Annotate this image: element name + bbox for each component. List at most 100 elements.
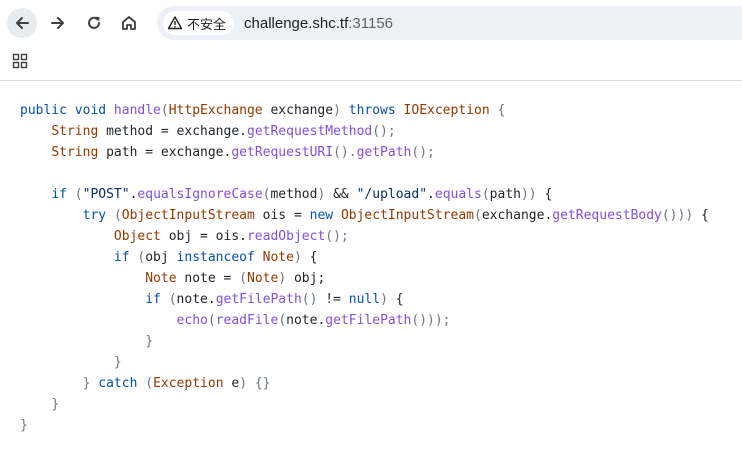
code-token: ().	[333, 145, 357, 160]
home-icon	[122, 16, 136, 30]
reload-button[interactable]	[79, 8, 109, 38]
code-token: note.	[176, 292, 216, 307]
code-line: }	[20, 415, 709, 436]
code-token: Object	[113, 229, 161, 244]
code-line: try (ObjectInputStream ois = new ObjectI…	[20, 205, 709, 226]
code-token: getFilePath	[215, 292, 302, 307]
code-token: note.	[286, 313, 326, 328]
code-token: ObjectInputStream	[121, 208, 255, 223]
code-token: {	[489, 103, 506, 118]
security-label: 不安全	[187, 17, 227, 33]
address-bar[interactable]: 不安全 challenge.shc.tf:31156	[157, 6, 742, 40]
code-token: "/upload"	[356, 187, 428, 202]
code-token: note =	[176, 271, 240, 286]
code-block: public void handle(HttpExchange exchange…	[20, 100, 709, 436]
code-token: }	[82, 376, 99, 391]
code-token: getPath	[356, 145, 412, 160]
code-token: )	[380, 292, 388, 307]
apps-grid-icon	[12, 53, 28, 69]
code-token: ();	[325, 229, 349, 244]
code-token: String	[51, 145, 99, 160]
url-port: :31156	[348, 14, 394, 32]
code-token: ) {}	[239, 376, 271, 391]
reload-icon	[88, 16, 100, 29]
home-button[interactable]	[114, 8, 144, 38]
apps-button[interactable]	[12, 53, 28, 74]
code-token: if	[113, 250, 138, 265]
code-token: }	[51, 397, 60, 412]
code-token: &&	[325, 187, 357, 202]
code-token: {	[387, 292, 404, 307]
code-token: Note	[262, 250, 294, 265]
code-line: }	[20, 352, 709, 373]
code-line: if (obj instanceof Note) {	[20, 247, 709, 268]
code-token: )	[293, 250, 302, 265]
code-token: ois =	[254, 208, 310, 223]
code-token: obj = ois.	[160, 229, 247, 244]
code-line: }	[20, 394, 709, 415]
code-token: ()))	[661, 208, 694, 223]
page-content: public void handle(HttpExchange exchange…	[0, 81, 742, 472]
code-token: }	[145, 334, 154, 349]
code-token: (	[145, 376, 154, 391]
security-indicator[interactable]: 不安全	[163, 11, 235, 35]
code-token: method = exchange.	[98, 124, 247, 139]
code-token: readObject	[246, 229, 326, 244]
code-token: String	[51, 124, 99, 139]
code-line: Object obj = ois.readObject();	[20, 226, 709, 247]
code-token: ()));	[411, 313, 451, 328]
code-token: {	[536, 187, 553, 202]
code-token: exchange.	[481, 208, 553, 223]
warning-triangle-icon	[167, 16, 183, 30]
code-token: new	[309, 208, 341, 223]
code-token: e	[223, 376, 240, 391]
code-token: exchange	[262, 103, 334, 118]
code-line: }	[20, 331, 709, 352]
code-token: ObjectInputStream	[340, 208, 474, 223]
code-token: try	[82, 208, 114, 223]
code-token: obj;	[286, 271, 326, 286]
code-token: catch	[98, 376, 146, 391]
code-token: {	[693, 208, 709, 223]
code-token: (	[481, 187, 490, 202]
code-token: instanceof	[176, 250, 263, 265]
back-button[interactable]	[7, 8, 37, 38]
code-token: getRequestMethod	[247, 124, 373, 139]
code-token: )	[278, 271, 287, 286]
code-token: obj	[145, 250, 177, 265]
code-line: String path = exchange.getRequestURI().g…	[20, 142, 709, 163]
code-token: public void	[20, 103, 114, 118]
code-line: } catch (Exception e) {}	[20, 373, 709, 394]
code-token: Note	[145, 271, 177, 286]
code-token: (	[168, 292, 177, 307]
code-token: (	[278, 313, 287, 328]
code-token: if	[145, 292, 169, 307]
url-host: challenge.shc.tf	[244, 14, 349, 32]
code-line: String method = exchange.getRequestMetho…	[20, 121, 709, 142]
code-token: method	[270, 187, 318, 202]
forward-button[interactable]	[43, 8, 73, 38]
code-token: !=	[317, 292, 349, 307]
code-line: echo(readFile(note.getFilePath()));	[20, 310, 709, 331]
code-token: path	[489, 187, 521, 202]
code-token: readFile	[215, 313, 279, 328]
code-token: ();	[411, 145, 435, 160]
browser-toolbar: 不安全 challenge.shc.tf:31156	[0, 0, 742, 46]
code-token: (	[239, 271, 247, 286]
code-token: getRequestURI	[231, 145, 334, 160]
code-token: echo	[176, 313, 208, 328]
bookmarks-bar	[0, 46, 742, 81]
arrow-right-icon	[51, 17, 64, 29]
code-token: handle	[113, 103, 161, 118]
code-token: ))	[520, 187, 537, 202]
code-line: Note note = (Note) obj;	[20, 268, 709, 289]
code-token: IOException	[403, 103, 490, 118]
code-token: if	[51, 187, 75, 202]
